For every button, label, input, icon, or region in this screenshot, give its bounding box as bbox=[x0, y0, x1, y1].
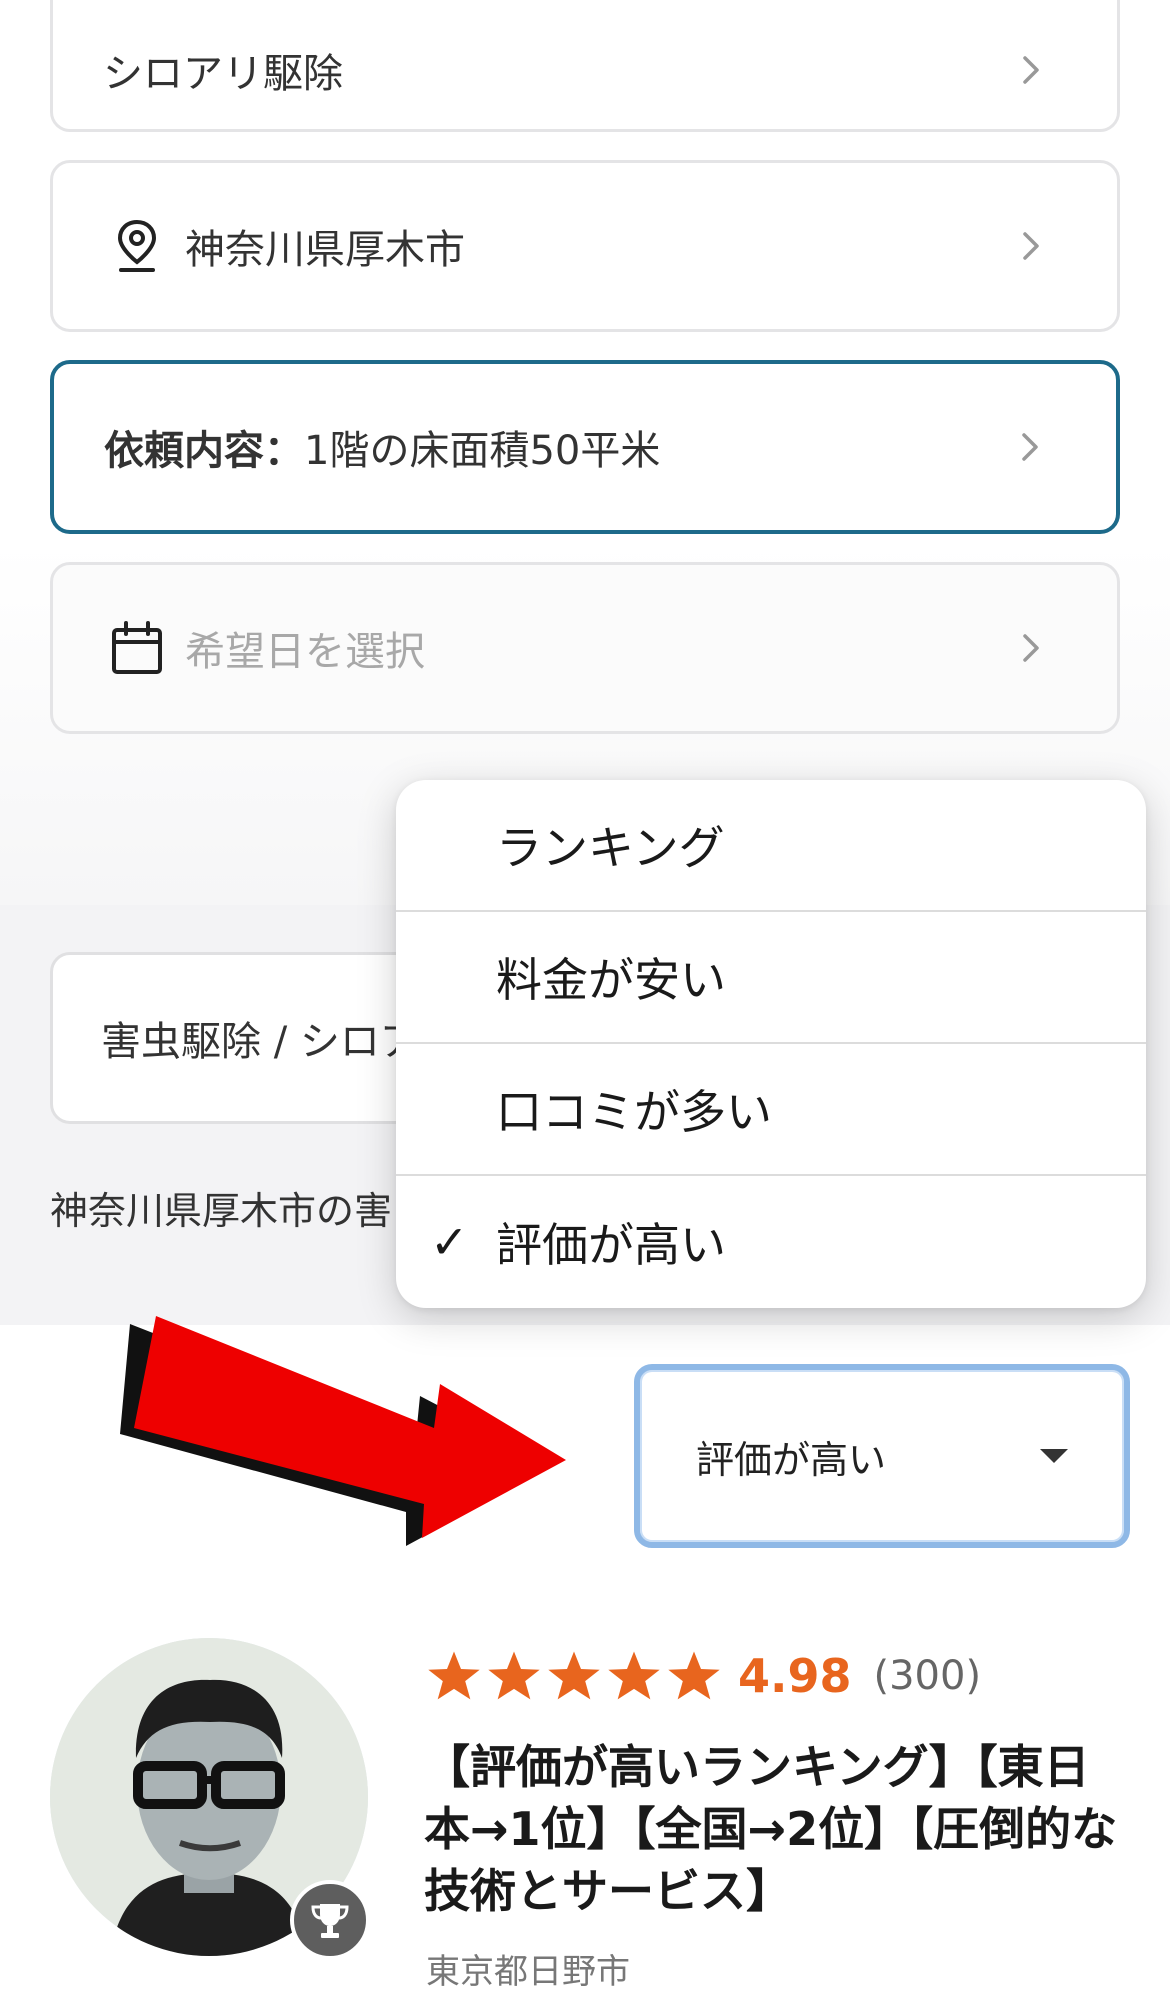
star-icon bbox=[548, 1651, 600, 1700]
chevron-right-icon bbox=[1023, 232, 1039, 260]
date-placeholder: 希望日を選択 bbox=[185, 629, 425, 675]
pro-title-link[interactable]: 【評価が高いランキング】【東日本→1位】【全国→2位】【圧倒的な技術とサービス】 bbox=[424, 1736, 1130, 1922]
request-value: 1階の床面積50平米 bbox=[304, 428, 661, 474]
sort-option-label: ランキング bbox=[496, 821, 725, 875]
trophy-icon bbox=[290, 1880, 370, 1960]
rating-value: 4.98 bbox=[738, 1649, 852, 1703]
category-field[interactable]: シロアリ駆除 bbox=[50, 0, 1120, 132]
star-icon bbox=[668, 1651, 720, 1700]
sort-option-label: 評価が高い bbox=[496, 1218, 726, 1272]
service-filter-value: 害虫駆除 / シロアリ bbox=[101, 1019, 431, 1065]
red-arrow-annotation bbox=[120, 1316, 566, 1546]
sort-select-value: 評価が高い bbox=[696, 1437, 887, 1482]
caret-down-icon bbox=[1040, 1449, 1068, 1463]
sort-option-label: 口コミが多い bbox=[496, 1085, 772, 1139]
sort-option-highest-rated[interactable]: ✓ 評価が高い bbox=[396, 1176, 1146, 1308]
search-form-section: シロアリ駆除 神奈川県厚木市 依頼内容： 1階の床面積50平米 希望日を選択 bbox=[0, 0, 1170, 905]
star-icon bbox=[428, 1651, 480, 1700]
date-picker-field[interactable]: 希望日を選択 bbox=[50, 562, 1120, 734]
star-icon bbox=[608, 1651, 660, 1700]
request-label: 依頼内容： bbox=[104, 428, 304, 474]
map-pin-icon bbox=[109, 218, 165, 274]
star-rating bbox=[426, 1648, 722, 1704]
star-icon bbox=[488, 1651, 540, 1700]
request-details-field[interactable]: 依頼内容： 1階の床面積50平米 bbox=[50, 360, 1120, 534]
results-area-text: 神奈川県厚木市の害 bbox=[50, 1189, 393, 1233]
sort-option-price-low[interactable]: 料金が安い bbox=[396, 912, 1146, 1044]
chevron-right-icon bbox=[1023, 634, 1039, 662]
sort-select[interactable]: 評価が高い bbox=[634, 1364, 1130, 1548]
review-count: (300) bbox=[873, 1653, 982, 1699]
sort-option-label: 料金が安い bbox=[496, 953, 726, 1007]
pro-location: 東京都日野市 bbox=[426, 1952, 630, 1992]
category-value: シロアリ駆除 bbox=[103, 51, 343, 97]
location-field[interactable]: 神奈川県厚木市 bbox=[50, 160, 1120, 332]
sort-option-ranking[interactable]: ランキング bbox=[396, 780, 1146, 912]
location-value: 神奈川県厚木市 bbox=[185, 227, 465, 273]
sort-dropdown-menu: ランキング 料金が安い 口コミが多い ✓ 評価が高い bbox=[396, 780, 1146, 1308]
sort-option-most-reviews[interactable]: 口コミが多い bbox=[396, 1044, 1146, 1176]
checkmark-icon: ✓ bbox=[430, 1215, 469, 1269]
calendar-icon bbox=[109, 620, 165, 676]
chevron-right-icon bbox=[1023, 56, 1039, 84]
pro-rating: 4.98 (300) bbox=[426, 1648, 981, 1704]
chevron-right-icon bbox=[1022, 433, 1038, 461]
